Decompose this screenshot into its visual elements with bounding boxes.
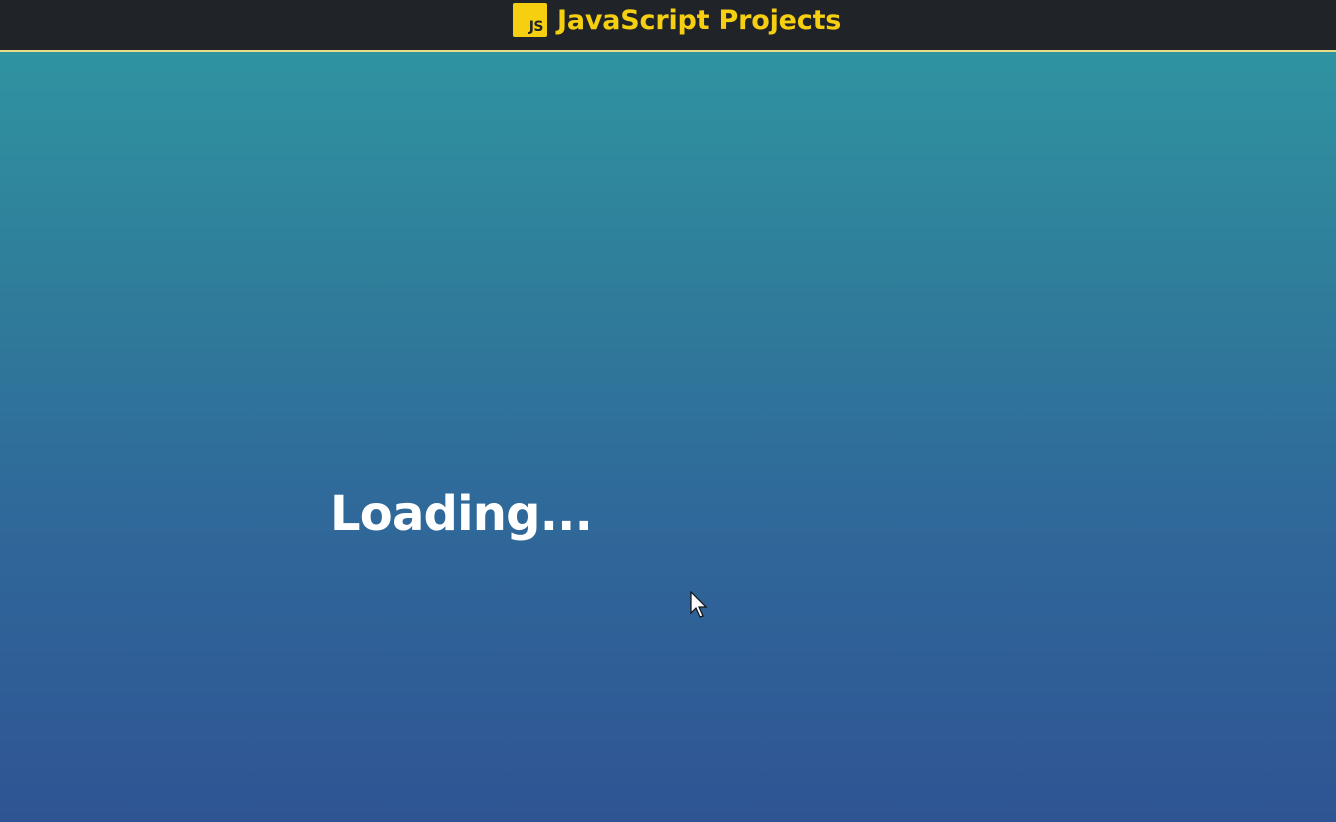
loading-message: Loading... xyxy=(330,486,593,542)
js-logo-text: JS xyxy=(528,19,544,35)
site-title: JavaScript Projects xyxy=(557,4,842,36)
brand-link[interactable]: JS JavaScript Projects xyxy=(513,2,841,38)
top-header: JS JavaScript Projects xyxy=(0,0,1336,52)
mouse-pointer-icon xyxy=(690,591,708,618)
js-logo-icon: JS xyxy=(513,3,547,37)
